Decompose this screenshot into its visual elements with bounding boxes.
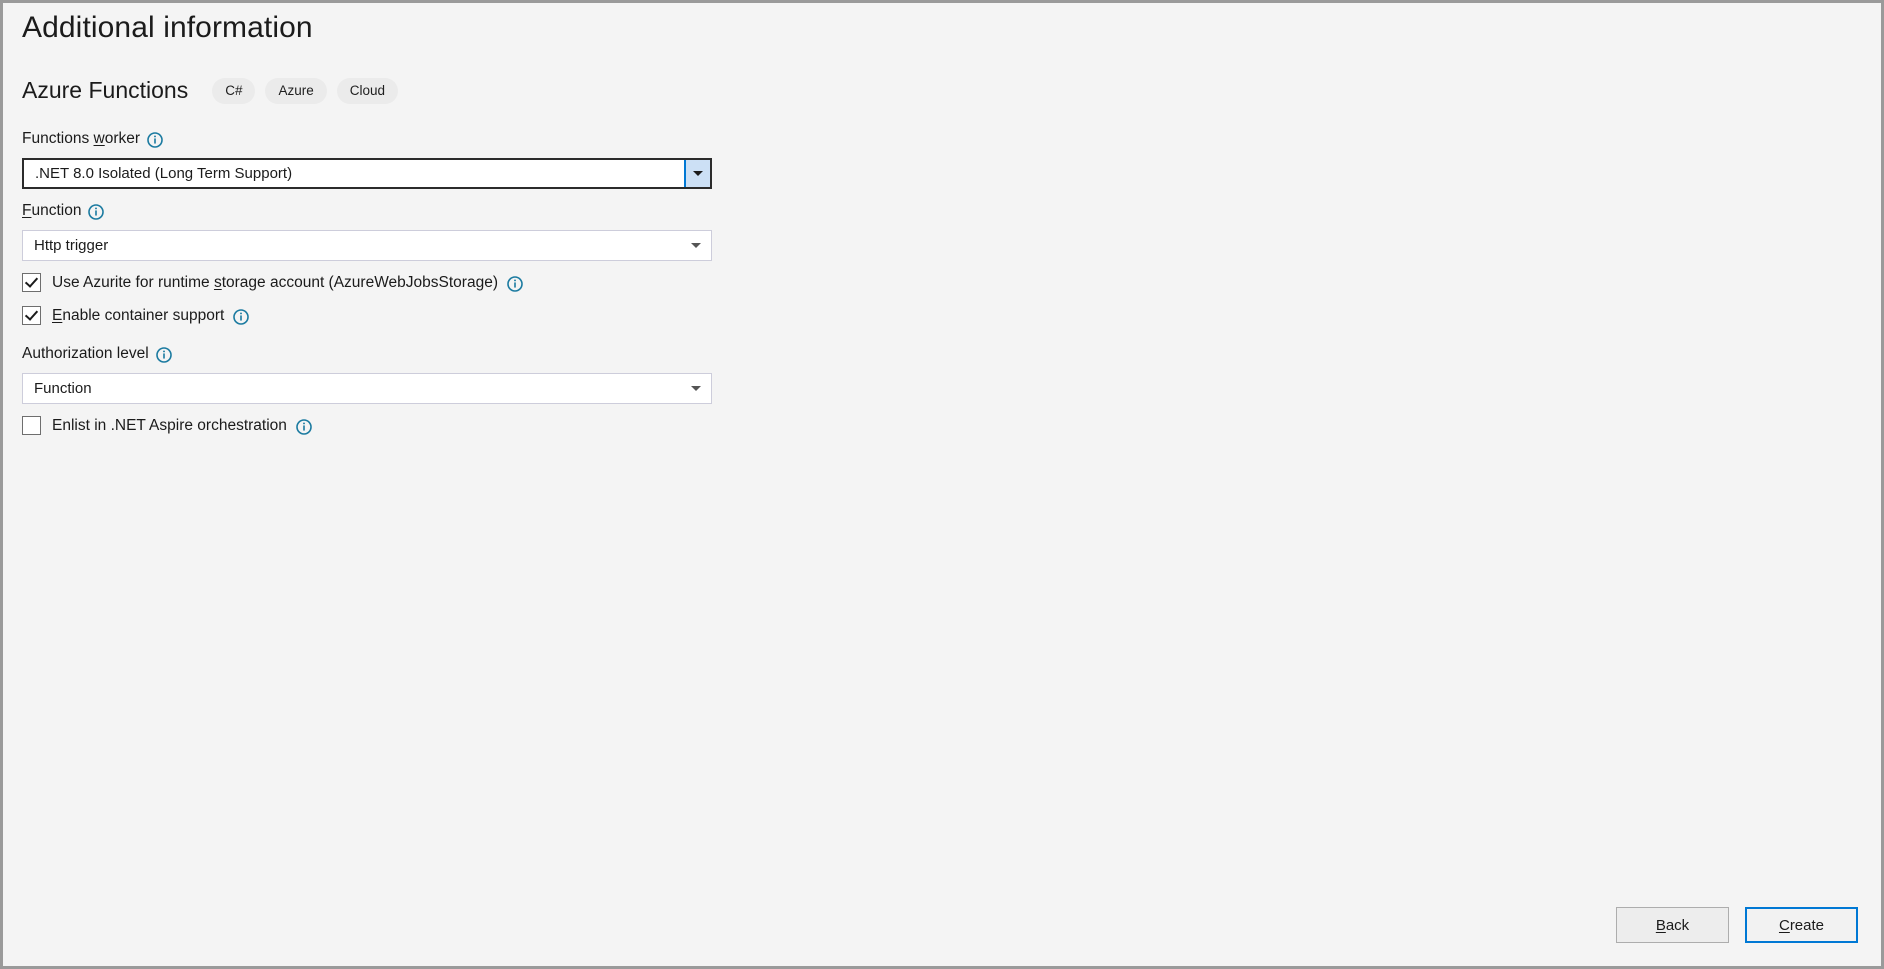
functions-worker-combobox[interactable]: .NET 8.0 Isolated (Long Term Support)	[22, 158, 712, 189]
authorization-level-value: Function	[34, 380, 92, 397]
function-combobox[interactable]: Http trigger	[22, 230, 712, 261]
label-part-before: Functions	[22, 130, 94, 147]
enable-container-support-label: Enable container support	[52, 307, 224, 325]
chevron-down-glyph	[691, 386, 701, 391]
enable-container-support-row[interactable]: Enable container support	[22, 306, 862, 325]
use-azurite-checkbox[interactable]	[22, 273, 41, 292]
chevron-down-icon[interactable]	[684, 160, 710, 187]
info-icon[interactable]	[155, 347, 172, 363]
enlist-aspire-checkbox[interactable]	[22, 416, 41, 435]
label-accelerator: s	[213, 273, 222, 291]
functions-worker-label-text: Functions worker	[22, 129, 140, 149]
label-part-after: torage account (AzureWebJobsStorage)	[221, 273, 498, 291]
info-icon[interactable]	[233, 308, 250, 325]
use-azurite-row[interactable]: Use Azurite for runtime storage account …	[22, 273, 862, 292]
project-summary-row: Azure Functions C# Azure Cloud	[22, 77, 408, 104]
function-label-text: Function	[22, 201, 81, 221]
btn-accelerator: C	[1778, 916, 1790, 934]
label-part-after: nable container support	[62, 306, 225, 324]
info-icon[interactable]	[147, 132, 163, 148]
label-part-after: unction	[31, 202, 82, 219]
authorization-level-combobox[interactable]: Function	[22, 373, 712, 404]
chevron-down-glyph	[691, 243, 701, 248]
btn-part-after: ack	[1665, 916, 1690, 934]
enable-container-support-checkbox[interactable]	[22, 306, 41, 325]
dialog-window: Additional information Azure Functions C…	[0, 0, 1884, 969]
options-form: Functions worker .NET 8.0 Isolated (Long…	[22, 129, 862, 435]
info-icon[interactable]	[296, 418, 312, 435]
authorization-level-label-text: Authorization level	[22, 345, 149, 362]
function-value: Http trigger	[34, 237, 109, 254]
label-accelerator: E	[52, 306, 63, 324]
tag-category: Cloud	[336, 77, 399, 104]
btn-part-after: reate	[1789, 916, 1825, 934]
dialog-content: Additional information Azure Functions C…	[3, 3, 1881, 966]
info-icon[interactable]	[507, 275, 523, 292]
tag-platform: Azure	[265, 77, 327, 104]
page-title: Additional information	[22, 11, 313, 44]
btn-accelerator: B	[1655, 916, 1666, 934]
back-button[interactable]: Back	[1616, 907, 1729, 943]
label-part-after: orker	[104, 130, 141, 147]
info-icon[interactable]	[88, 204, 105, 220]
dialog-footer: Back Create	[1616, 907, 1858, 943]
enlist-aspire-row[interactable]: Enlist in .NET Aspire orchestration	[22, 416, 862, 435]
project-template-name: Azure Functions	[22, 77, 189, 103]
chevron-down-glyph	[693, 171, 703, 176]
tag-language: C#	[212, 77, 256, 104]
create-button[interactable]: Create	[1745, 907, 1858, 943]
functions-worker-value: .NET 8.0 Isolated (Long Term Support)	[35, 165, 293, 182]
label-part-before: Use Azurite for runtime	[52, 273, 214, 291]
functions-worker-label: Functions worker	[22, 129, 862, 149]
chevron-down-icon[interactable]	[685, 231, 707, 260]
label-accelerator: w	[93, 130, 105, 147]
authorization-level-label: Authorization level	[22, 344, 862, 364]
function-label: Function	[22, 201, 862, 221]
enlist-aspire-label: Enlist in .NET Aspire orchestration	[52, 416, 287, 434]
use-azurite-label: Use Azurite for runtime storage account …	[52, 274, 498, 292]
chevron-down-icon[interactable]	[685, 374, 707, 403]
